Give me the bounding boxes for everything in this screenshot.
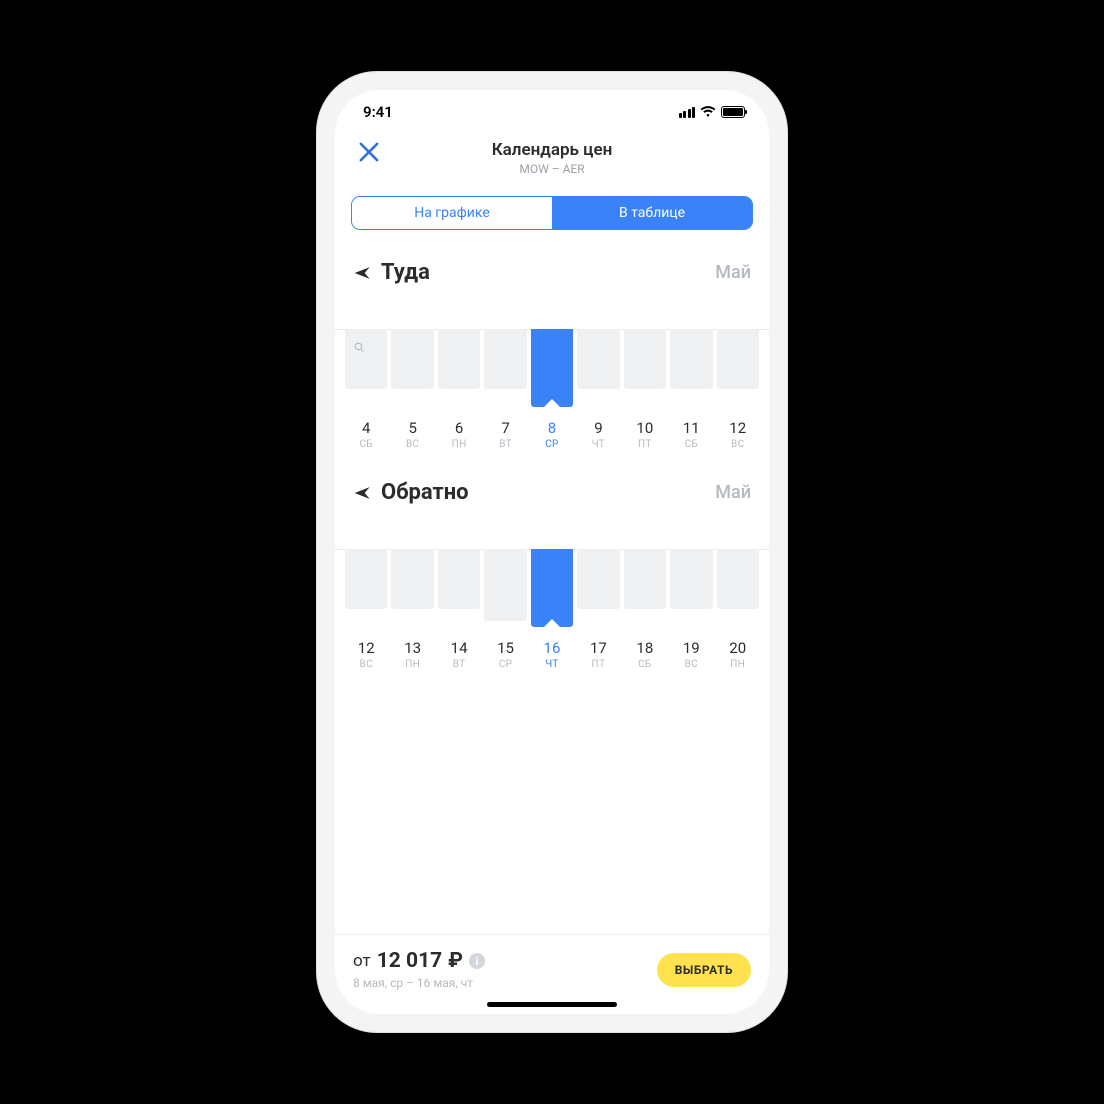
price-bar[interactable] [624,329,666,411]
inbound-title: Обратно [381,480,469,505]
price-bar[interactable] [577,329,619,411]
price-bar[interactable] [717,549,759,631]
price-bar[interactable] [391,549,433,631]
price-value: 12 017 [377,949,442,973]
day-label[interactable]: 17ПТ [577,639,619,670]
tab-chart[interactable]: На графике [352,197,552,229]
screen: 9:41 Календарь цен MOW – AER На графике … [335,90,769,1014]
status-indicators [679,106,746,118]
price-bar[interactable] [438,329,480,411]
price-bar[interactable] [717,329,759,411]
status-time: 9:41 [363,103,393,121]
day-label[interactable]: 16ЧТ [531,639,573,670]
price-bar[interactable] [670,549,712,631]
price-bar[interactable] [391,329,433,411]
inbound-days: 12ВС13ПН14ВТ15СР16ЧТ17ПТ18СБ19ВС20ПН [335,631,769,670]
search-icon[interactable] [345,333,373,361]
close-icon[interactable] [355,138,383,166]
info-icon[interactable]: i [469,953,485,969]
inbound-month: Май [715,482,751,503]
plane-icon [353,483,373,503]
price-from-label: от [353,951,371,971]
inbound-chart [335,549,769,631]
day-label[interactable]: 13ПН [391,639,433,670]
outbound-days: 4СБ5ВС6ПН7ВТ8СР9ЧТ10ПТ11СБ12ВС [335,411,769,450]
inbound-section: Обратно Май 12ВС13ПН14ВТ15СР16ЧТ17ПТ18СБ… [335,480,769,670]
price-bar[interactable] [345,549,387,631]
cellular-icon [679,107,696,118]
day-label[interactable]: 8СР [531,419,573,450]
outbound-chart [335,329,769,411]
outbound-section: Туда Май 4СБ5ВС6ПН7ВТ8СР9ЧТ10ПТ11СБ12ВС [335,260,769,450]
plane-icon [353,263,373,283]
day-label[interactable]: 12ВС [717,419,759,450]
day-label[interactable]: 6ПН [438,419,480,450]
route-subtitle: MOW – AER [351,162,753,176]
price-block: от 12 017 ₽ i 8 мая, ср – 16 мая, чт [353,949,485,990]
header: Календарь цен MOW – AER [335,134,769,186]
wifi-icon [700,106,716,118]
battery-icon [721,106,745,118]
date-range: 8 мая, ср – 16 мая, чт [353,976,485,990]
phone-frame: 9:41 Календарь цен MOW – AER На графике … [317,72,787,1032]
view-toggle: На графике В таблице [351,196,753,230]
price-bar[interactable] [577,549,619,631]
day-label[interactable]: 4СБ [345,419,387,450]
status-bar: 9:41 [335,90,769,134]
currency-symbol: ₽ [448,949,463,973]
day-label[interactable]: 14ВТ [438,639,480,670]
day-label[interactable]: 11СБ [670,419,712,450]
price-bar[interactable] [531,329,573,411]
outbound-header: Туда Май [335,260,769,285]
day-label[interactable]: 9ЧТ [577,419,619,450]
price-bar[interactable] [484,549,526,631]
price-bar[interactable] [438,549,480,631]
select-button[interactable]: ВЫБРАТЬ [657,953,751,987]
tab-table[interactable]: В таблице [552,197,752,229]
day-label[interactable]: 5ВС [391,419,433,450]
day-label[interactable]: 18СБ [624,639,666,670]
price-bar[interactable] [624,549,666,631]
day-label[interactable]: 15СР [484,639,526,670]
day-label[interactable]: 10ПТ [624,419,666,450]
day-label[interactable]: 19ВС [670,639,712,670]
price-bar[interactable] [670,329,712,411]
day-label[interactable]: 7ВТ [484,419,526,450]
day-label[interactable]: 12ВС [345,639,387,670]
day-label[interactable]: 20ПН [717,639,759,670]
price-bar[interactable] [531,549,573,631]
inbound-header: Обратно Май [335,480,769,505]
page-title: Календарь цен [351,140,753,160]
price-bar[interactable] [484,329,526,411]
outbound-title: Туда [381,260,430,285]
outbound-month: Май [715,262,751,283]
home-indicator[interactable] [487,1002,617,1007]
